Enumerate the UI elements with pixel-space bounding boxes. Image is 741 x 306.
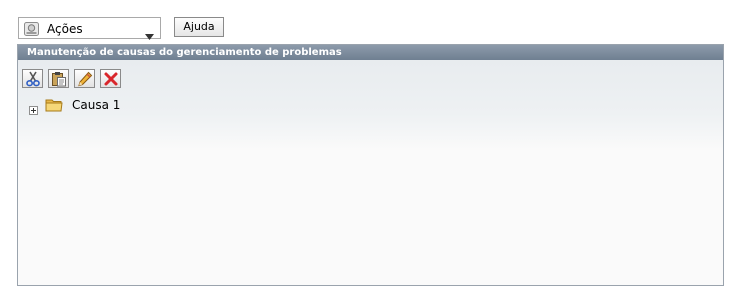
clipboard-icon: [52, 72, 66, 87]
edit-button[interactable]: [74, 69, 95, 88]
actions-icon: [23, 20, 40, 37]
red-x-icon: [104, 72, 118, 86]
pencil-icon: [78, 71, 93, 87]
cause-maintenance-panel: Manutenção de causas do gerenciamento de…: [17, 44, 724, 286]
delete-button[interactable]: [100, 69, 121, 88]
scissors-icon: [26, 71, 40, 87]
cut-button[interactable]: [22, 69, 43, 88]
actions-dropdown[interactable]: Ações: [18, 17, 161, 40]
tree-node-label[interactable]: Causa 1: [72, 98, 120, 112]
panel-title: Manutenção de causas do gerenciamento de…: [18, 45, 723, 60]
help-button[interactable]: Ajuda: [174, 17, 224, 37]
paste-button[interactable]: [48, 69, 69, 88]
actions-dropdown-label: Ações: [47, 22, 83, 36]
expand-plus-icon[interactable]: [29, 100, 38, 115]
chevron-down-icon: [145, 25, 154, 40]
panel-body: [18, 60, 723, 150]
folder-icon: [45, 97, 63, 113]
